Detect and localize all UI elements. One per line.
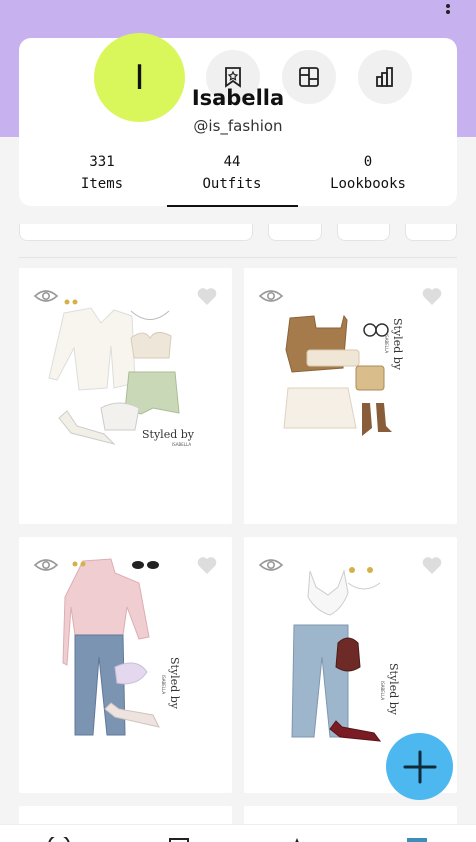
tab-outfits[interactable]: 44 Outfits: [172, 154, 292, 192]
heart-icon[interactable]: [196, 286, 218, 306]
items-count: 331: [89, 154, 115, 170]
filter-chip[interactable]: [268, 224, 322, 241]
bottom-nav: [0, 824, 476, 842]
heart-icon[interactable]: [421, 286, 443, 306]
eye-icon[interactable]: [258, 557, 284, 573]
eye-icon[interactable]: [258, 288, 284, 304]
outfit-card[interactable]: Styled by ISABELLA: [244, 268, 457, 524]
styled-by-sub: ISABELLA: [384, 334, 389, 353]
outfits-label: Outfits: [202, 176, 262, 192]
styled-by-sub: ISABELLA: [161, 675, 166, 694]
more-options-icon[interactable]: [442, 2, 454, 18]
filter-chip[interactable]: [405, 224, 457, 241]
styled-by-label: Styled by: [387, 663, 400, 716]
active-tab-indicator: [167, 205, 298, 207]
eye-icon[interactable]: [33, 557, 59, 573]
layout-grid-icon: [299, 67, 319, 87]
tab-lookbooks[interactable]: 0 Lookbooks: [308, 154, 428, 192]
filter-search-bar[interactable]: [19, 224, 253, 241]
outfit-collage-image: Styled by ISABELLA: [48, 299, 195, 447]
profile-handle: @is_fashion: [193, 117, 283, 135]
tab-items[interactable]: 331 Items: [42, 154, 162, 192]
outfits-count: 44: [223, 154, 241, 170]
outfit-collage-image: Styled by ISABELLA: [283, 314, 404, 436]
lookbooks-label: Lookbooks: [330, 176, 406, 192]
plus-icon: [403, 750, 436, 783]
home-icon[interactable]: [48, 837, 70, 842]
bar-chart-icon: [376, 67, 393, 87]
bookmark-icon: [225, 67, 241, 88]
lookbooks-count: 0: [363, 154, 373, 170]
eye-icon[interactable]: [33, 288, 59, 304]
styled-by-sub: ISABELLA: [172, 442, 191, 447]
calendar-icon[interactable]: [168, 837, 190, 842]
outfit-card[interactable]: Styled by ISABELLA: [19, 268, 232, 524]
profile-name: Isabella: [191, 86, 285, 110]
styled-by-label: Styled by: [142, 428, 195, 441]
outfit-collage-image: Styled by ISABELLA: [62, 558, 181, 736]
divider: [19, 257, 457, 258]
filter-chip[interactable]: [337, 224, 390, 241]
heart-icon[interactable]: [196, 555, 218, 575]
styled-by-label: Styled by: [391, 318, 404, 371]
items-label: Items: [80, 176, 124, 192]
closet-icon[interactable]: [406, 837, 428, 842]
heart-icon[interactable]: [421, 555, 443, 575]
styled-by-label: Styled by: [168, 657, 181, 710]
add-outfit-button[interactable]: [386, 733, 453, 800]
outfit-card[interactable]: Styled by ISABELLA: [19, 537, 232, 793]
hanger-icon[interactable]: [286, 837, 308, 842]
styled-by-sub: ISABELLA: [380, 681, 385, 700]
